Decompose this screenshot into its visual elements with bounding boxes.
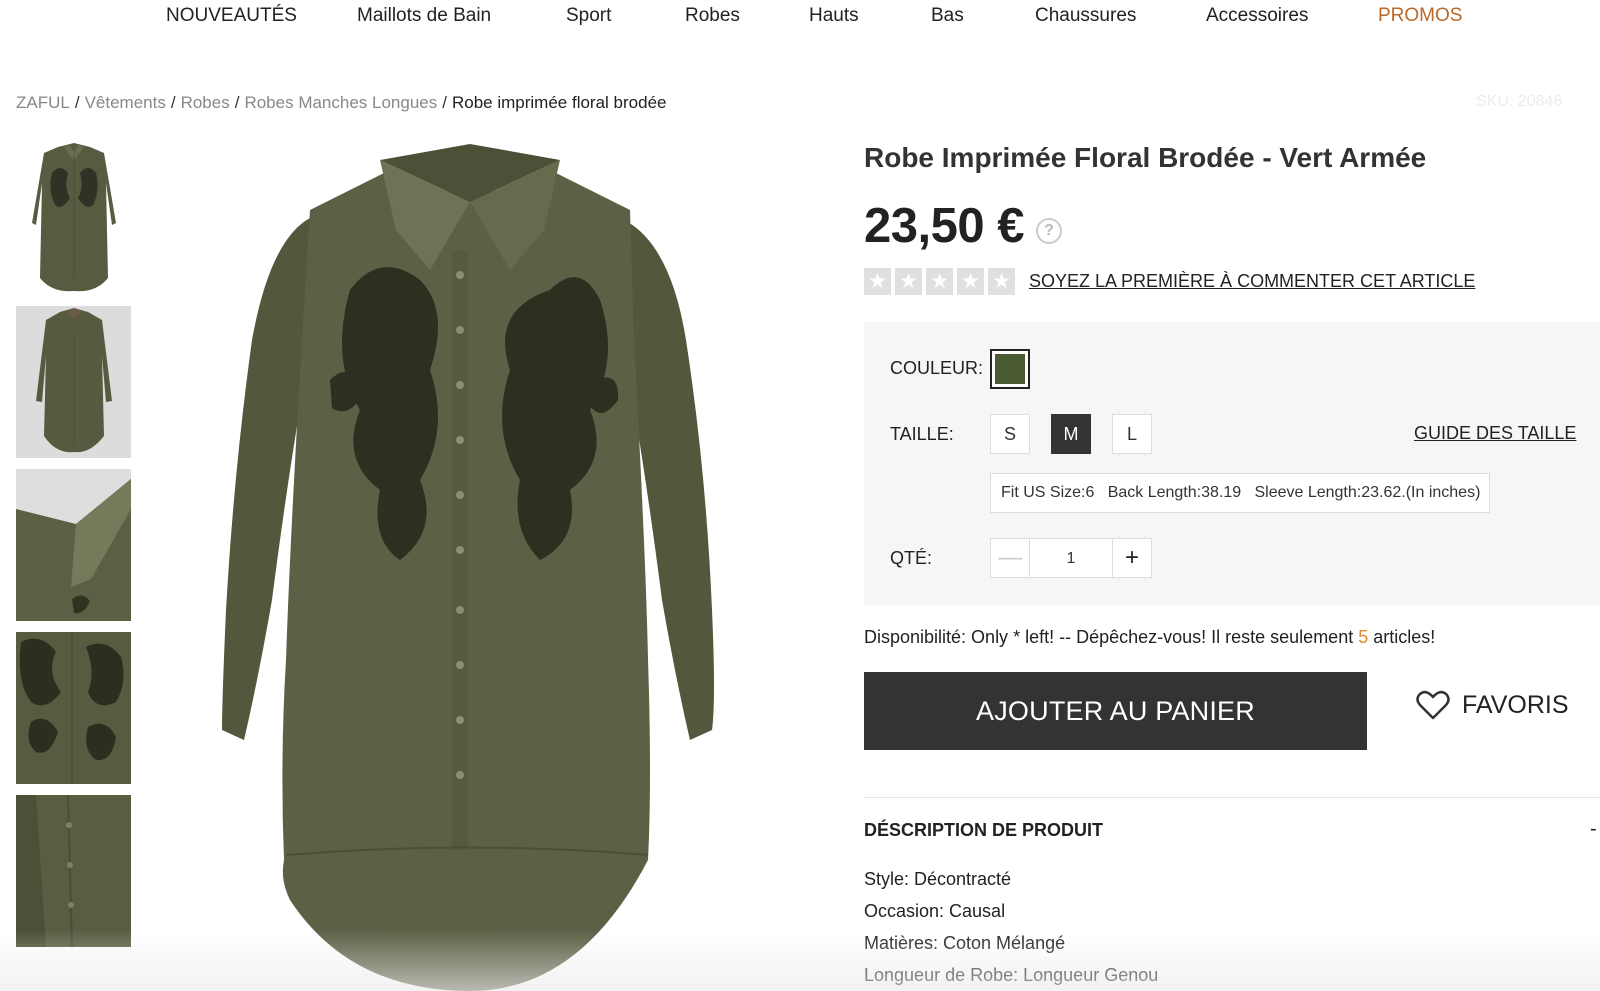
- quantity-input[interactable]: 1: [1030, 538, 1112, 578]
- availability-text: Disponibilité: Only * left! -- Dépêchez-…: [864, 627, 1435, 648]
- breadcrumb-separator: /: [442, 93, 447, 112]
- main-product-image[interactable]: [200, 140, 740, 991]
- thumbnail-back-view[interactable]: [16, 306, 131, 458]
- availability-prefix: Disponibilité: Only * left! -- Dépêchez-…: [864, 627, 1359, 647]
- availability-suffix: articles!: [1368, 627, 1436, 647]
- description-occasion: Occasion: Causal: [864, 901, 1006, 921]
- star-icon: ★: [957, 268, 984, 295]
- description-dress-length: Longueur de Robe: Longueur Genou: [864, 965, 1159, 985]
- breadcrumb-separator: /: [170, 93, 176, 112]
- breadcrumb-link-vetements[interactable]: Vêtements: [85, 93, 166, 112]
- description-collapse-icon[interactable]: -: [1590, 818, 1597, 841]
- product-options: COULEUR: TAILLE: S M L GUIDE DES TAILLE …: [864, 322, 1600, 605]
- front-view-thumbnail-icon: [16, 143, 131, 295]
- breadcrumb-current: Robe imprimée floral brodée: [451, 93, 667, 112]
- buttons-detail-thumbnail-icon: [16, 795, 131, 947]
- back-view-thumbnail-icon: [16, 306, 131, 458]
- breadcrumb-link-robes-manches-longues[interactable]: Robes Manches Longues: [244, 93, 437, 112]
- embroidery-detail-thumbnail-icon: [16, 632, 131, 784]
- color-swatch-fill: [995, 354, 1025, 384]
- size-option-s[interactable]: S: [990, 414, 1030, 454]
- breadcrumb-separator: /: [234, 93, 240, 112]
- star-icon: ★: [926, 268, 953, 295]
- favorites-label: FAVORIS: [1462, 690, 1569, 719]
- nav-item-hauts[interactable]: Hauts: [809, 5, 859, 27]
- star-icon: ★: [864, 268, 891, 295]
- favorites-button[interactable]: FAVORIS: [1416, 690, 1569, 720]
- description-material: Matières: Coton Mélangé: [864, 933, 1066, 953]
- size-option-m[interactable]: M: [1051, 414, 1091, 454]
- collar-detail-thumbnail-icon: [16, 469, 131, 621]
- size-label: TAILLE:: [890, 424, 954, 444]
- section-divider: [864, 797, 1600, 798]
- heart-icon: [1416, 690, 1450, 720]
- size-option-l[interactable]: L: [1112, 414, 1152, 454]
- breadcrumb-link-robes[interactable]: Robes: [181, 93, 230, 112]
- stock-count: 5: [1358, 627, 1369, 647]
- description-style: Style: Décontracté: [864, 869, 1012, 889]
- quantity-label: QTÉ:: [890, 548, 933, 568]
- price-row: 23,50 € ?: [864, 198, 1062, 254]
- product-price: 23,50 €: [864, 199, 1025, 253]
- dress-main-icon: [200, 140, 740, 991]
- star-icon: ★: [895, 268, 922, 295]
- breadcrumb-separator: /: [74, 93, 80, 112]
- quantity-increase-button[interactable]: +: [1112, 538, 1152, 578]
- nav-item-nouveautes[interactable]: NOUVEAUTÉS: [166, 5, 297, 27]
- thumbnail-collar-detail[interactable]: [16, 469, 131, 621]
- size-info-box: Fit US Size:6 Back Length:38.19 Sleeve L…: [990, 473, 1490, 513]
- nav-item-maillots-de-bain[interactable]: Maillots de Bain: [357, 5, 491, 27]
- nav-item-sport[interactable]: Sport: [566, 5, 611, 27]
- breadcrumb: ZAFUL / Vêtements / Robes / Robes Manches Long…: [16, 93, 666, 113]
- nav-item-robes[interactable]: Robes: [685, 5, 740, 27]
- thumbnail-buttons-detail[interactable]: [16, 795, 131, 947]
- description-heading[interactable]: DÉSCRIPTION DE PRODUIT: [864, 820, 1103, 841]
- thumbnail-front-view[interactable]: [16, 143, 131, 295]
- size-guide-link[interactable]: GUIDE DES TAILLE: [1414, 423, 1576, 444]
- help-icon[interactable]: ?: [1036, 218, 1062, 244]
- first-review-link[interactable]: SOYEZ LA PREMIÈRE À COMMENTER CET ARTICL…: [1029, 271, 1475, 292]
- thumbnail-embroidery-detail[interactable]: [16, 632, 131, 784]
- breadcrumb-link-zaful[interactable]: ZAFUL: [16, 93, 70, 112]
- color-label: COULEUR:: [890, 358, 984, 378]
- add-to-cart-button[interactable]: AJOUTER AU PANIER: [864, 672, 1367, 750]
- product-title: Robe Imprimée Floral Brodée - Vert Armée: [864, 142, 1427, 173]
- quantity-decrease-button[interactable]: —: [990, 538, 1030, 578]
- quantity-stepper: — 1 +: [990, 538, 1152, 578]
- rating-row: ★ ★ ★ ★ ★ SOYEZ LA PREMIÈRE À COMMENTER …: [864, 268, 1475, 295]
- color-swatch-vert-armee[interactable]: [990, 349, 1030, 389]
- star-icon: ★: [988, 268, 1015, 295]
- rating-stars[interactable]: ★ ★ ★ ★ ★: [864, 268, 1015, 295]
- product-info-panel: Robe Imprimée Floral Brodée - Vert Armée…: [864, 0, 1600, 991]
